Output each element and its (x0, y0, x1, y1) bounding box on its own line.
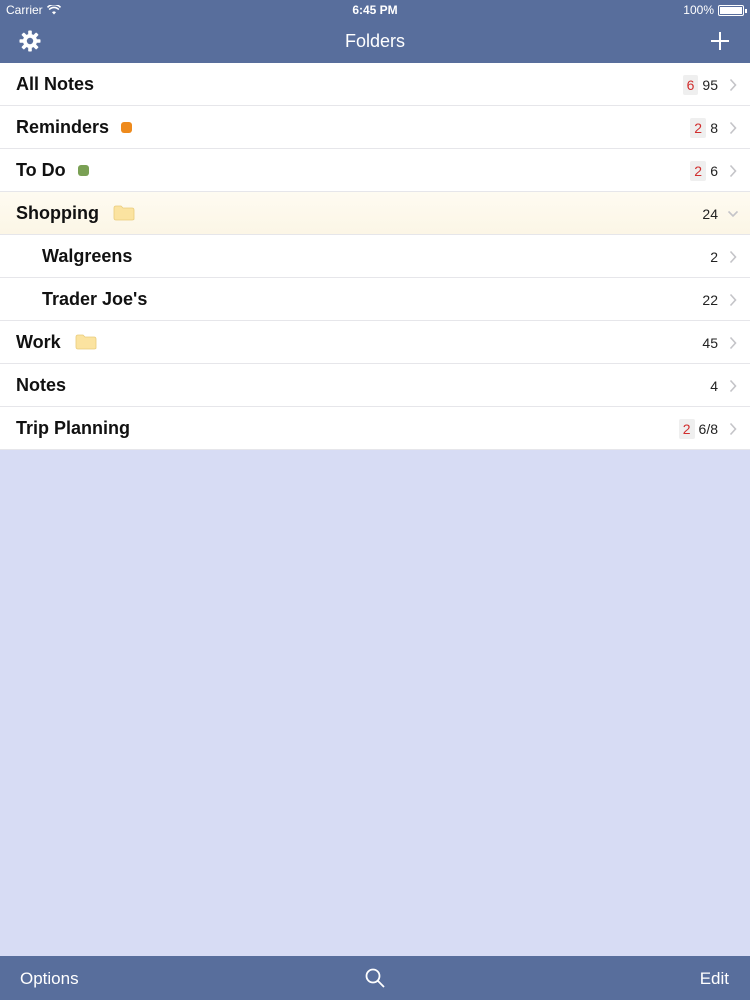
chevron-right-icon (729, 121, 737, 134)
row-accessory: 6 95 (682, 63, 738, 106)
note-count: 6/8 (698, 420, 718, 437)
note-count: 95 (702, 76, 718, 93)
note-count: 24 (702, 205, 718, 222)
battery-indicator: 100% (683, 3, 747, 17)
row-accessory: 2 6/8 (678, 407, 738, 450)
folder-label: Walgreens (42, 245, 133, 266)
chevron-right-icon (729, 250, 737, 263)
row-accessory: 2 (710, 235, 738, 278)
chevron-down-icon (728, 210, 738, 217)
folder-row[interactable]: Trip Planning 2 6/8 (0, 407, 750, 450)
chevron-right-icon (729, 422, 737, 435)
top-bar: Carrier 6:45 PM 100% Folders (0, 0, 750, 63)
battery-icon (718, 4, 747, 16)
folder-row[interactable]: Reminders 2 8 (0, 106, 750, 149)
reminder-badge: 2 (690, 160, 706, 181)
note-count: 22 (702, 291, 718, 308)
note-count: 45 (702, 334, 718, 351)
options-button[interactable]: Options (20, 969, 79, 989)
row-accessory: 28 (690, 106, 738, 149)
page-title: Folders (344, 31, 406, 51)
note-count: 8 (710, 119, 718, 136)
status-bar: Carrier 6:45 PM 100% (0, 0, 750, 20)
folder-label: Reminders (16, 116, 110, 137)
folder-label: All Notes (16, 73, 95, 94)
folder-label: To Do (16, 159, 66, 180)
folder-label: Work (16, 331, 61, 352)
folder-label: Notes (16, 374, 67, 395)
folder-list: All Notes 6 95 Reminders 2 8 To Do 2 6 Shopping 24… (0, 63, 750, 450)
row-accessory: 24 (702, 192, 738, 235)
folder-row[interactable]: Trader Joe's 22 (0, 278, 750, 321)
status-time: 6:45 PM (352, 3, 398, 17)
folder-label: Trader Joe's (42, 288, 148, 309)
navigation-bar: Folders (0, 20, 750, 63)
reminder-badge: 6 (682, 74, 699, 95)
row-accessory: 26 (690, 149, 738, 192)
chevron-right-icon (729, 78, 737, 91)
row-accessory: 4 (710, 364, 738, 407)
folder-label: Shopping (16, 202, 99, 223)
folder-row[interactable]: Notes 4 (0, 364, 750, 407)
chevron-right-icon (729, 336, 737, 349)
plus-icon[interactable] (708, 29, 732, 53)
chevron-right-icon (729, 164, 737, 177)
folder-row[interactable]: Work 45 (0, 321, 750, 364)
color-tag-icon (77, 164, 89, 176)
folder-row[interactable]: Walgreens 2 (0, 235, 750, 278)
reminder-badge: 2 (690, 117, 706, 138)
folder-row[interactable]: All Notes 6 95 (0, 63, 750, 106)
search-icon[interactable] (364, 967, 386, 989)
row-accessory: 45 (702, 321, 738, 364)
note-count: 4 (710, 377, 718, 394)
folder-icon (75, 334, 97, 350)
bottom-toolbar: Options Edit (0, 956, 750, 1000)
battery-percent: 100% (683, 3, 714, 17)
chevron-right-icon (729, 293, 737, 306)
reminder-badge: 2 (678, 418, 695, 439)
note-count: 2 (710, 248, 718, 265)
edit-button[interactable]: Edit (700, 969, 729, 989)
folder-icon (113, 205, 135, 221)
note-count: 6 (710, 162, 718, 179)
row-accessory: 22 (702, 278, 738, 321)
chevron-right-icon (729, 379, 737, 392)
color-tag-icon (121, 121, 133, 133)
folder-label: Trip Planning (16, 417, 131, 438)
folder-row[interactable]: Shopping 24 (0, 192, 750, 235)
folder-row[interactable]: To Do 2 6 (0, 149, 750, 192)
